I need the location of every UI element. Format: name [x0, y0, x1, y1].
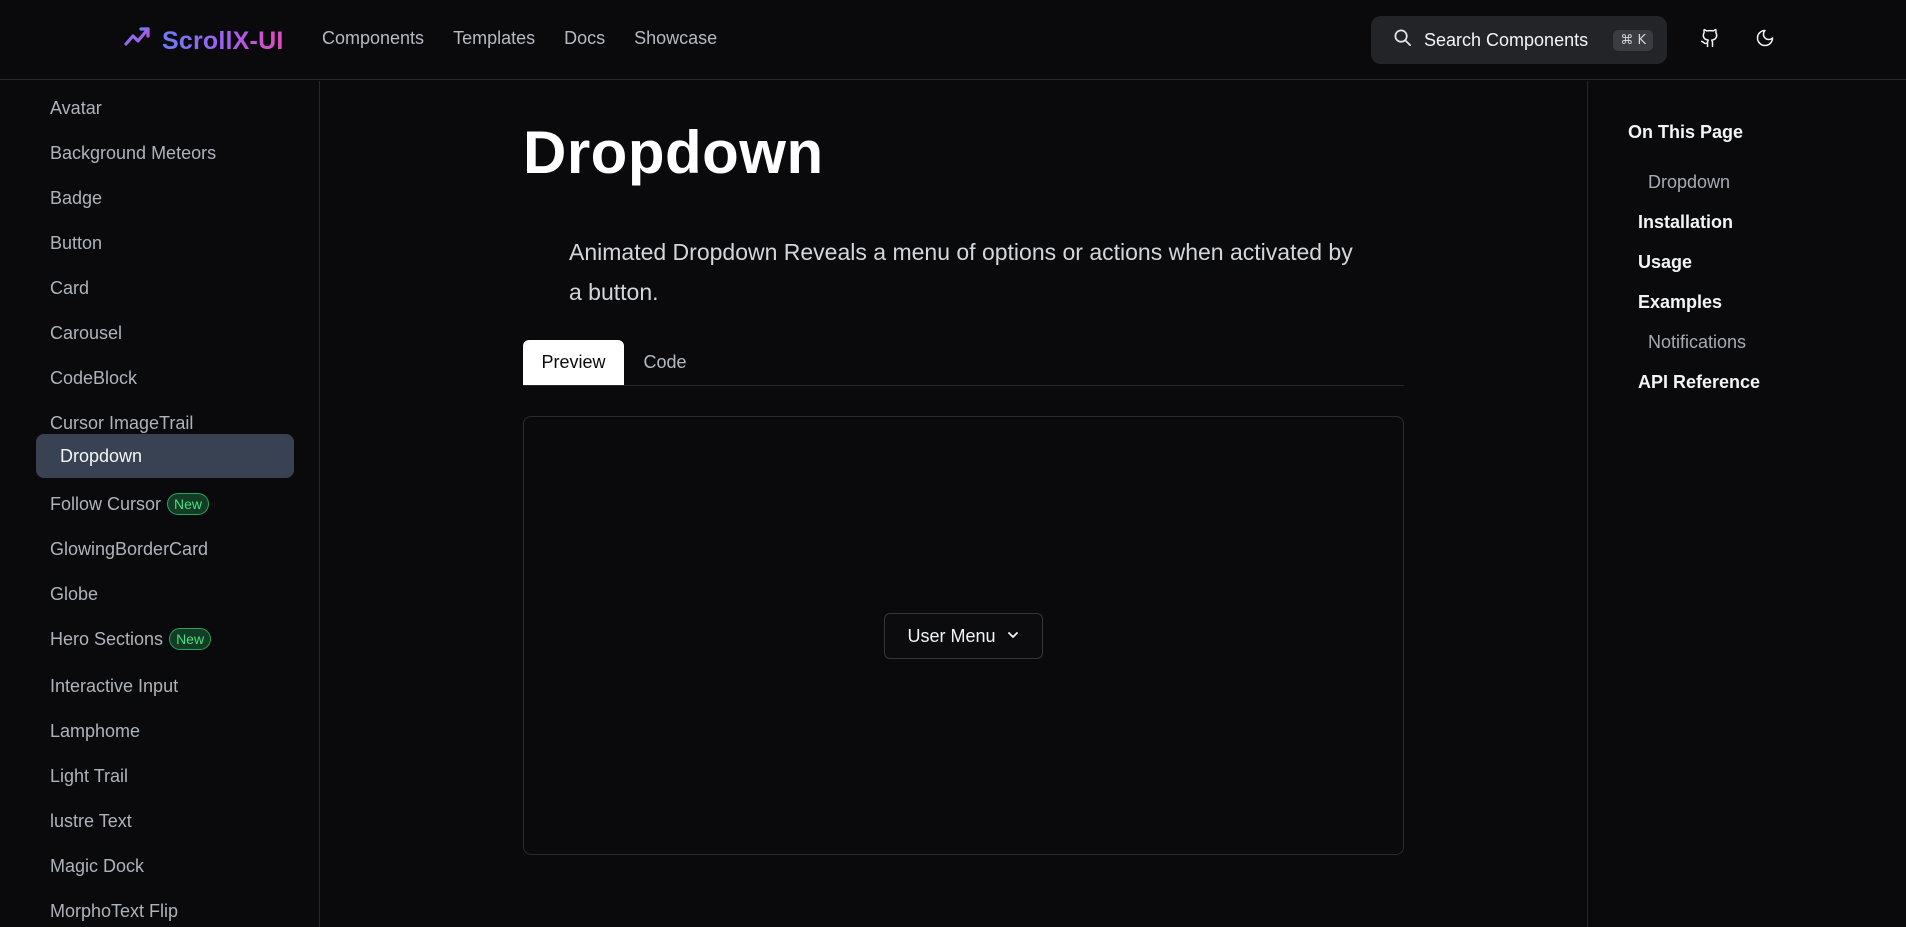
search-label: Search Components	[1424, 29, 1589, 50]
sidebar-item[interactable]: Globe	[36, 572, 294, 616]
sidebar-item-label: Light Trail	[50, 765, 129, 786]
toc-item[interactable]: Examples	[1638, 292, 1722, 313]
new-badge: New	[167, 493, 210, 515]
sidebar-item-label: Background Meteors	[50, 142, 217, 163]
nav-docs[interactable]: Docs	[564, 28, 605, 49]
sidebar-item[interactable]: MorphoText Flip	[36, 889, 294, 927]
theme-toggle-button[interactable]	[1751, 26, 1779, 54]
sidebar-item-label: Follow Cursor	[50, 493, 162, 514]
moon-icon	[1755, 28, 1775, 53]
sidebar-item-label: Badge	[50, 187, 103, 208]
sidebar-item-label: Cursor ImageTrail	[50, 412, 194, 433]
sidebar-item-label: lustre Text	[50, 810, 132, 831]
chevron-down-icon	[1006, 626, 1020, 647]
toc-item[interactable]: Usage	[1638, 252, 1692, 273]
preview-code-tabs: Preview Code	[523, 340, 1404, 386]
github-button[interactable]	[1696, 26, 1724, 54]
sidebar-item[interactable]: Background Meteors	[36, 131, 294, 175]
sidebar-item[interactable]: Dropdown	[36, 434, 294, 478]
new-badge: New	[169, 628, 212, 650]
page-description: Animated Dropdown Reveals a menu of opti…	[569, 239, 1353, 305]
sidebar-item-label: Avatar	[50, 97, 102, 118]
sidebar-item[interactable]: Follow Cursor New	[36, 482, 294, 526]
nav-showcase[interactable]: Showcase	[634, 28, 717, 49]
toc-item[interactable]: API Reference	[1638, 372, 1760, 393]
main-nav: Components Templates Docs Showcase	[322, 28, 717, 49]
sidebar-item[interactable]: Badge	[36, 176, 294, 220]
sidebar-item[interactable]: Lamphome	[36, 709, 294, 753]
sidebar-item[interactable]: Button	[36, 221, 294, 265]
brand-name: ScrollX-UI	[162, 27, 284, 55]
sidebar-item-label: GlowingBorderCard	[50, 538, 209, 559]
sidebar-item[interactable]: CodeBlock	[36, 356, 294, 400]
sidebar-item[interactable]: Interactive Input	[36, 664, 294, 708]
sidebar-item[interactable]: Avatar	[36, 86, 294, 130]
toc-item[interactable]: Notifications	[1648, 332, 1746, 353]
search-button[interactable]: Search Components ⌘ K	[1371, 16, 1667, 64]
sidebar-item-label: Interactive Input	[50, 675, 179, 696]
sidebar-item[interactable]: Light Trail	[36, 754, 294, 798]
sidebar-item[interactable]: GlowingBorderCard	[36, 527, 294, 571]
tab-preview[interactable]: Preview	[523, 340, 624, 385]
sidebar-item[interactable]: Hero Sections New	[36, 617, 294, 661]
sidebar-item-label: Carousel	[50, 322, 123, 343]
sidebar-item-label: Hero Sections	[50, 628, 164, 649]
tab-code[interactable]: Code	[624, 340, 706, 385]
sidebar-item-label: CodeBlock	[50, 367, 138, 388]
toc-item[interactable]: Dropdown	[1648, 172, 1730, 193]
sidebar-item-label: Globe	[50, 583, 99, 604]
sidebar-item-label: Lamphome	[50, 720, 141, 741]
nav-components[interactable]: Components	[322, 28, 424, 49]
keyboard-shortcut: ⌘ K	[1613, 29, 1653, 51]
component-sidebar: Avatar Background Meteors Badge Button Card C…	[0, 81, 320, 927]
user-menu-label: User Menu	[907, 625, 996, 646]
user-menu-dropdown-button[interactable]: User Menu	[884, 613, 1043, 659]
sidebar-item-label: Magic Dock	[50, 855, 145, 876]
search-icon	[1393, 28, 1424, 52]
top-header: ScrollX-UI Components Templates Docs Sho…	[0, 0, 1906, 80]
sidebar-item-label: Card	[50, 277, 90, 298]
toc-item[interactable]: Installation	[1638, 212, 1733, 233]
sidebar-item-label: Button	[50, 232, 103, 253]
sidebar-item[interactable]: Card	[36, 266, 294, 310]
sidebar-item[interactable]: lustre Text	[36, 799, 294, 843]
page-title: Dropdown	[523, 119, 824, 186]
brand-logo[interactable]: ScrollX-UI	[122, 24, 283, 59]
sidebar-item-label: MorphoText Flip	[50, 900, 179, 921]
nav-templates[interactable]: Templates	[453, 28, 535, 49]
sidebar-item-label: Dropdown	[60, 445, 143, 466]
toc-divider	[1587, 81, 1588, 927]
toc-heading: On This Page	[1628, 122, 1744, 142]
sidebar-item[interactable]: Carousel	[36, 311, 294, 355]
trending-chart-icon	[122, 24, 152, 59]
github-icon	[1700, 28, 1720, 53]
sidebar-item[interactable]: Magic Dock	[36, 844, 294, 888]
